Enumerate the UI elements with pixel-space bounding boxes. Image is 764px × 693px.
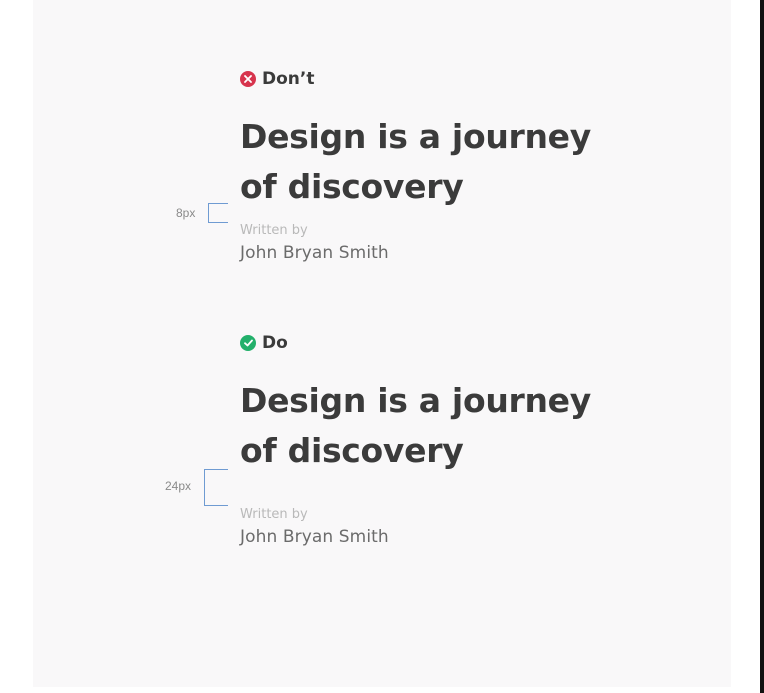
do-author: John Bryan Smith — [240, 527, 389, 547]
dont-spacing-label: 8px — [176, 206, 196, 220]
dont-label: Don’t — [262, 69, 315, 89]
dont-author: John Bryan Smith — [240, 243, 389, 263]
do-spacing-label: 24px — [165, 479, 192, 493]
do-headline-line1: Design is a journey — [240, 381, 591, 420]
do-label: Do — [262, 333, 288, 353]
guideline-panel — [33, 0, 731, 687]
x-circle-icon — [240, 71, 256, 87]
dont-written-by: Written by — [240, 223, 308, 238]
do-spacing-bracket — [204, 469, 228, 506]
do-headline-line2: of discovery — [240, 431, 464, 470]
dont-headline-line2: of discovery — [240, 167, 464, 206]
dont-headline: Design is a journey of discovery — [240, 112, 620, 212]
do-headline: Design is a journey of discovery — [240, 376, 620, 476]
check-circle-icon — [240, 335, 256, 351]
do-label-row: Do — [240, 333, 288, 353]
dont-spacing-bracket — [208, 203, 228, 223]
window-edge — [760, 0, 764, 693]
dont-headline-line1: Design is a journey — [240, 117, 591, 156]
do-written-by: Written by — [240, 507, 308, 522]
dont-label-row: Don’t — [240, 69, 314, 89]
